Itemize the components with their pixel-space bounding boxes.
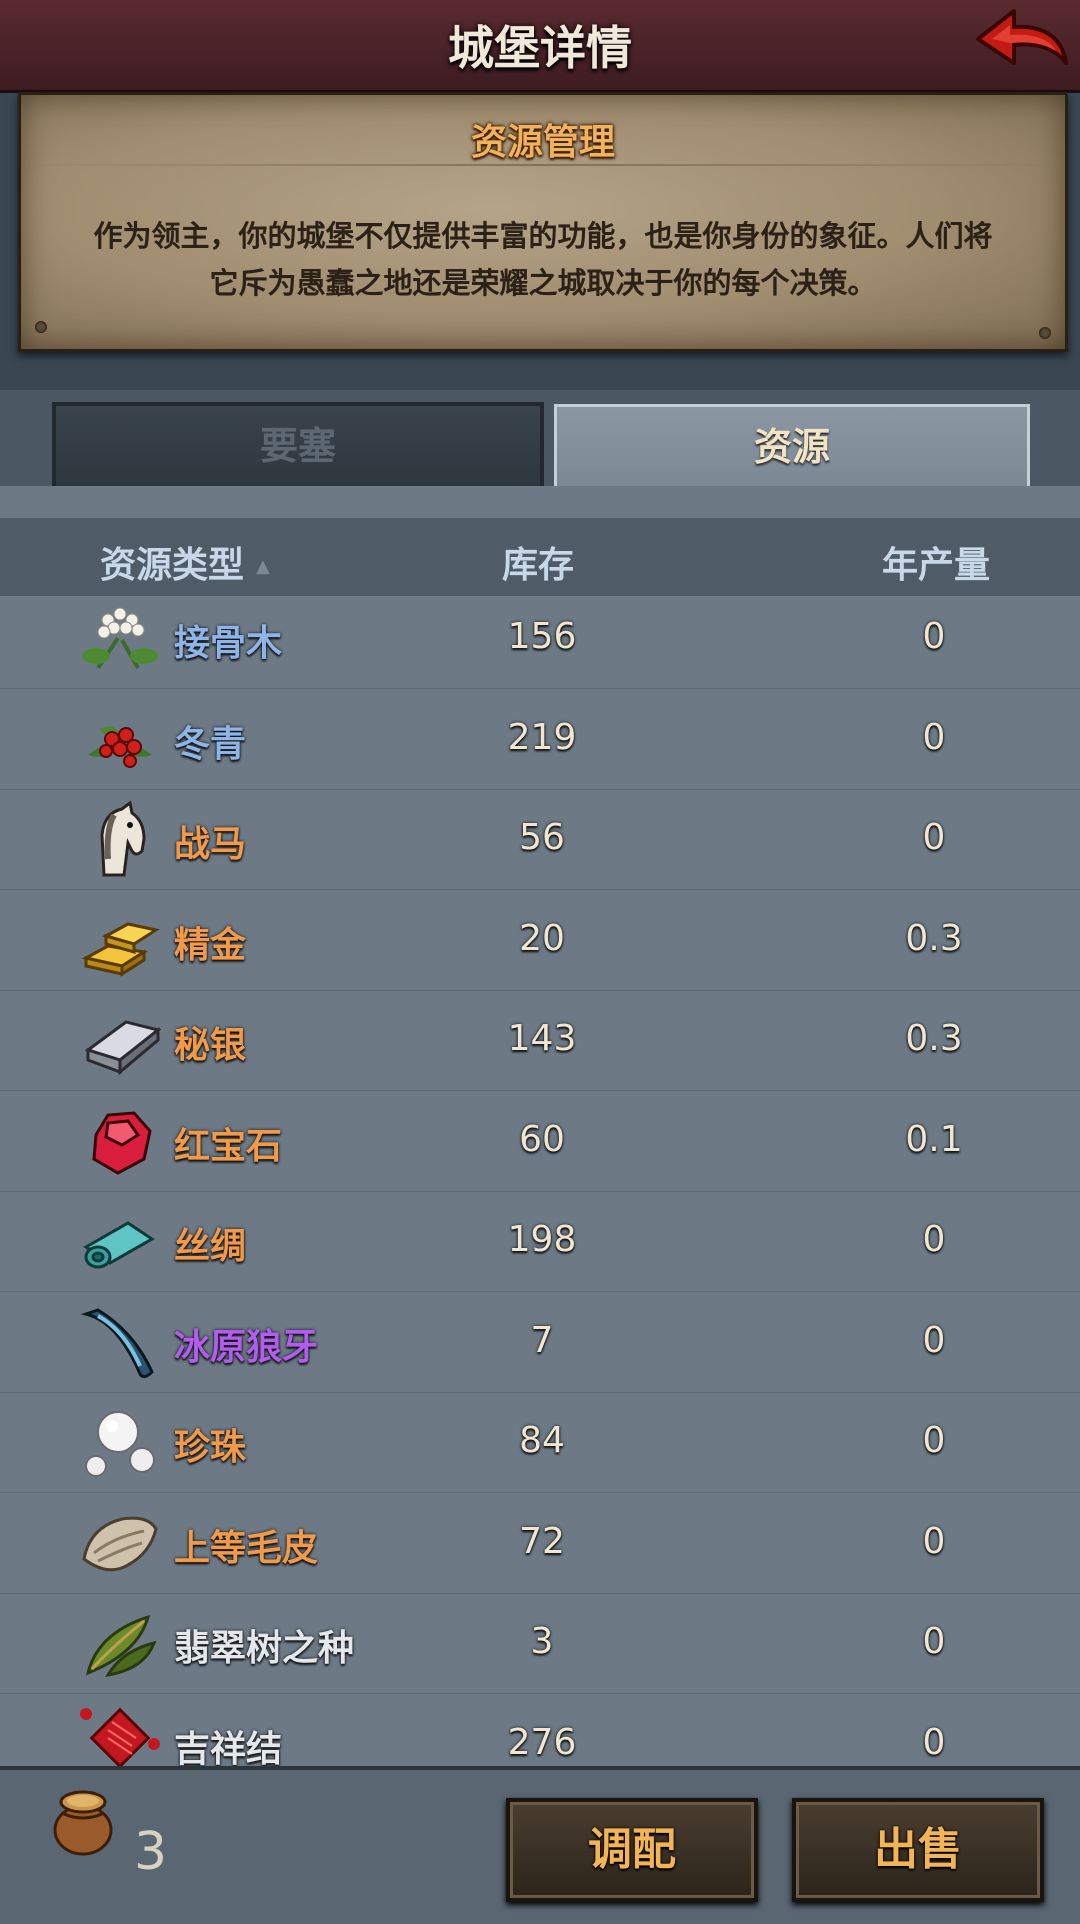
resource-name: 冬青 bbox=[174, 723, 247, 765]
info-line-2: 它斥为愚蠢之地还是荣耀之城取决于你的每个决策。 bbox=[209, 266, 877, 300]
resource-name: 秘银 bbox=[174, 1025, 247, 1066]
info-line-1: 作为领主，你的城堡不仅提供丰富的功能，也是你身份的象征。人们将 bbox=[93, 219, 993, 253]
resource-name: 战马 bbox=[174, 824, 247, 865]
resource-name: 珍珠 bbox=[174, 1427, 247, 1468]
resource-annual-output: 0 bbox=[922, 1621, 946, 1662]
column-header-annual[interactable]: 年产量 bbox=[882, 536, 990, 588]
resource-stock: 60 bbox=[519, 1118, 565, 1160]
gold-bars-icon bbox=[78, 900, 162, 980]
resource-stock: 7 bbox=[530, 1319, 554, 1361]
column-header-type[interactable]: 资源类型 bbox=[100, 536, 244, 588]
sell-button[interactable]: 出售 bbox=[792, 1798, 1044, 1902]
resource-name: 丝绸 bbox=[174, 1226, 247, 1267]
column-header-stock[interactable]: 库存 bbox=[502, 536, 574, 588]
resource-name: 吉祥结 bbox=[174, 1728, 283, 1770]
resource-name: 接骨木 bbox=[174, 623, 283, 664]
resource-stock: 276 bbox=[507, 1721, 577, 1763]
tab-fortress[interactable]: 要塞 bbox=[52, 402, 544, 490]
table-row[interactable]: 上等毛皮 72 0 bbox=[0, 1493, 1080, 1594]
resource-name: 冰原狼牙 bbox=[174, 1326, 319, 1368]
info-title: 资源管理 bbox=[470, 122, 615, 163]
emerald-seed-leaf-icon bbox=[78, 1603, 162, 1683]
table-row[interactable]: 秘银 143 0.3 bbox=[0, 990, 1080, 1091]
back-arrow-icon bbox=[976, 9, 1068, 65]
ruby-icon bbox=[78, 1101, 162, 1181]
resource-stock: 156 bbox=[507, 616, 577, 657]
resource-annual-output: 0.3 bbox=[905, 1018, 963, 1059]
resource-name: 精金 bbox=[174, 924, 247, 966]
grain-sack-icon bbox=[50, 1786, 116, 1856]
resource-annual-output: 0.3 bbox=[905, 917, 963, 959]
resource-stock: 72 bbox=[519, 1520, 565, 1562]
grain-sack-count: 3 bbox=[134, 1822, 168, 1882]
allocate-button[interactable]: 调配 bbox=[506, 1798, 758, 1902]
info-description: 作为领主，你的城堡不仅提供丰富的功能，也是你身份的象征。人们将 它斥为愚蠢之地还… bbox=[61, 213, 1025, 307]
info-divider bbox=[21, 164, 1065, 166]
elderflower-icon bbox=[78, 598, 162, 678]
table-row[interactable]: 冬青 219 0 bbox=[0, 689, 1080, 790]
rivet-icon bbox=[35, 321, 47, 333]
resource-annual-output: 0 bbox=[922, 716, 946, 758]
resource-name: 翡翠树之种 bbox=[174, 1628, 355, 1669]
table-row[interactable]: 冰原狼牙 7 0 bbox=[0, 1292, 1080, 1393]
resource-stock: 84 bbox=[519, 1420, 565, 1461]
holly-berries-icon bbox=[78, 699, 162, 779]
back-button[interactable] bbox=[970, 5, 1070, 81]
resource-stock: 3 bbox=[530, 1621, 554, 1662]
header-bar: 城堡详情 bbox=[0, 0, 1080, 93]
resource-stock: 143 bbox=[507, 1018, 577, 1059]
resource-annual-output: 0 bbox=[922, 1721, 946, 1763]
fur-pelt-icon bbox=[78, 1503, 162, 1583]
resource-stock: 198 bbox=[507, 1219, 577, 1260]
table-row[interactable]: 翡翠树之种 3 0 bbox=[0, 1593, 1080, 1694]
resource-annual-output: 0 bbox=[922, 817, 946, 858]
wolf-fang-icon bbox=[78, 1302, 162, 1382]
page-title: 城堡详情 bbox=[448, 21, 632, 75]
pearls-icon bbox=[78, 1402, 162, 1482]
table-row[interactable]: 丝绸 198 0 bbox=[0, 1191, 1080, 1292]
resource-name: 红宝石 bbox=[174, 1125, 283, 1167]
table-row[interactable]: 红宝石 60 0.1 bbox=[0, 1091, 1080, 1192]
info-panel: 资源管理 作为领主，你的城堡不仅提供丰富的功能，也是你身份的象征。人们将 它斥为… bbox=[18, 92, 1068, 352]
resource-annual-output: 0 bbox=[922, 616, 946, 657]
table-row[interactable]: 接骨木 156 0 bbox=[0, 588, 1080, 689]
resource-annual-output: 0.1 bbox=[905, 1118, 963, 1160]
resource-stock: 219 bbox=[507, 716, 577, 758]
resource-name: 上等毛皮 bbox=[174, 1527, 319, 1569]
table-row[interactable]: 精金 20 0.3 bbox=[0, 890, 1080, 991]
rivet-icon bbox=[1039, 327, 1051, 339]
table-row[interactable]: 战马 56 0 bbox=[0, 789, 1080, 890]
silk-roll-icon bbox=[78, 1201, 162, 1281]
resource-annual-output: 0 bbox=[922, 1319, 946, 1361]
resource-stock: 56 bbox=[519, 817, 565, 858]
table-row[interactable]: 珍珠 84 0 bbox=[0, 1392, 1080, 1493]
mithril-ingot-icon bbox=[78, 1000, 162, 1080]
resource-annual-output: 0 bbox=[922, 1520, 946, 1562]
warhorse-icon bbox=[78, 799, 162, 879]
tab-resources[interactable]: 资源 bbox=[554, 404, 1030, 497]
sort-indicator-icon: ▲ bbox=[256, 556, 270, 577]
resource-annual-output: 0 bbox=[922, 1420, 946, 1461]
resource-annual-output: 0 bbox=[922, 1219, 946, 1260]
resource-stock: 20 bbox=[519, 917, 565, 959]
